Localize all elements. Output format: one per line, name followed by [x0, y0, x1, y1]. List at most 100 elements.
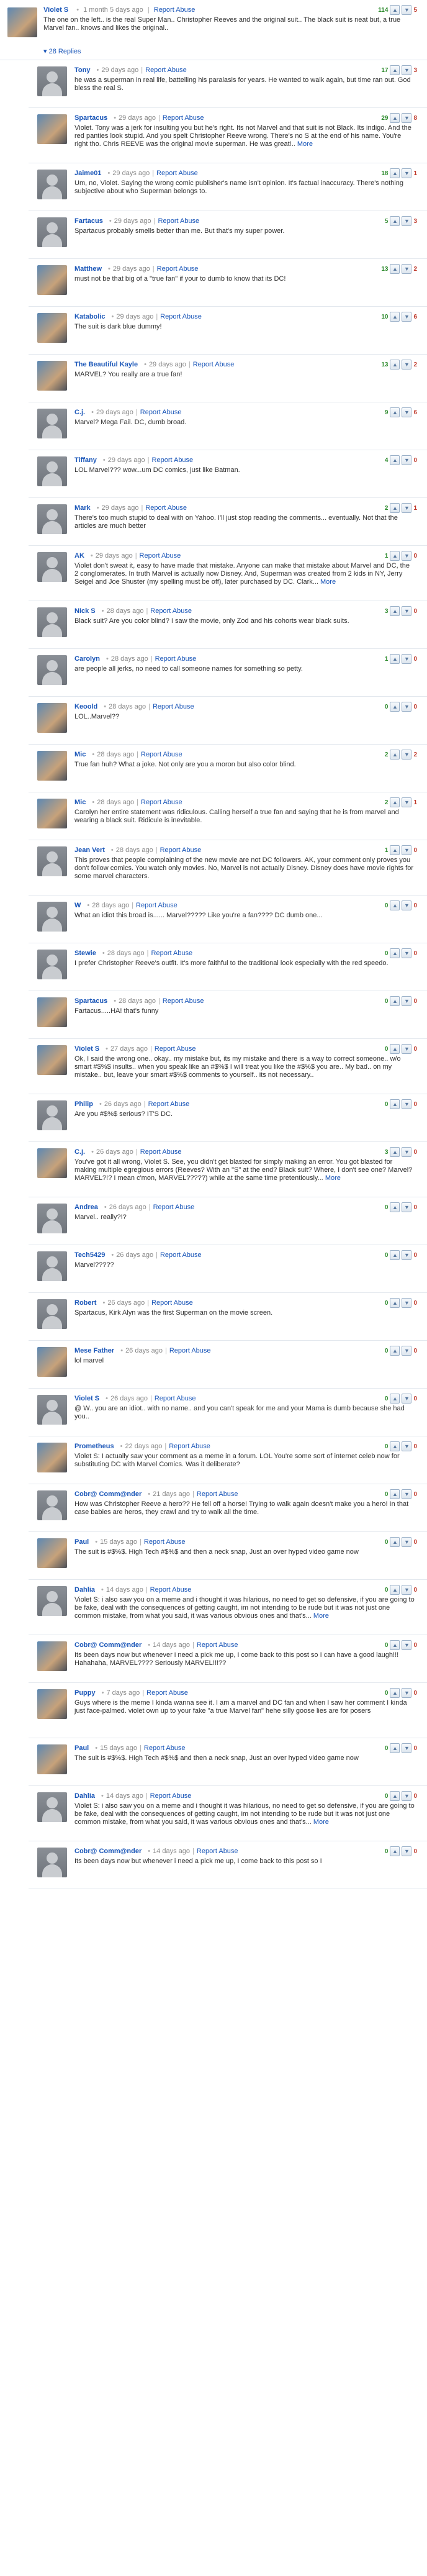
thumbs-down-icon[interactable]: ▼: [402, 948, 412, 958]
author-name[interactable]: Violet S: [43, 6, 68, 14]
avatar[interactable]: [37, 846, 67, 876]
thumbs-down-icon[interactable]: ▼: [402, 1298, 412, 1308]
thumbs-up-icon[interactable]: ▲: [390, 750, 400, 760]
avatar[interactable]: [37, 114, 67, 144]
thumbs-up-icon[interactable]: ▲: [390, 996, 400, 1006]
report-abuse-link[interactable]: Report Abuse: [153, 1204, 195, 1211]
thumbs-down-icon[interactable]: ▼: [402, 1250, 412, 1260]
thumbs-down-icon[interactable]: ▼: [402, 606, 412, 616]
thumbs-down-icon[interactable]: ▼: [402, 1147, 412, 1157]
report-abuse-link[interactable]: Report Abuse: [153, 703, 194, 710]
report-abuse-link[interactable]: Report Abuse: [193, 361, 235, 368]
thumbs-down-icon[interactable]: ▼: [402, 1346, 412, 1356]
thumbs-down-icon[interactable]: ▼: [402, 1688, 412, 1698]
thumbs-down-icon[interactable]: ▼: [402, 216, 412, 226]
replies-toggle[interactable]: ▾ 28 Replies: [43, 47, 81, 55]
report-abuse-link[interactable]: Report Abuse: [136, 902, 178, 909]
thumbs-up-icon[interactable]: ▲: [390, 264, 400, 274]
thumbs-up-icon[interactable]: ▲: [390, 1640, 400, 1650]
thumbs-up-icon[interactable]: ▲: [390, 845, 400, 855]
thumbs-down-icon[interactable]: ▼: [402, 797, 412, 807]
author-name[interactable]: Prometheus: [74, 1443, 114, 1450]
thumbs-up-icon[interactable]: ▲: [390, 1537, 400, 1547]
avatar[interactable]: [37, 799, 67, 828]
report-abuse-link[interactable]: Report Abuse: [151, 1299, 193, 1307]
author-name[interactable]: Mic: [74, 751, 86, 758]
avatar[interactable]: [37, 607, 67, 637]
report-abuse-link[interactable]: Report Abuse: [144, 1744, 186, 1752]
author-name[interactable]: Cobr@ Comm@nder: [74, 1641, 142, 1649]
avatar[interactable]: [37, 1641, 67, 1671]
avatar[interactable]: [37, 1792, 67, 1822]
author-name[interactable]: Mark: [74, 504, 91, 512]
author-name[interactable]: Carolyn: [74, 655, 100, 663]
thumbs-down-icon[interactable]: ▼: [402, 845, 412, 855]
thumbs-down-icon[interactable]: ▼: [402, 996, 412, 1006]
author-name[interactable]: Robert: [74, 1299, 96, 1307]
report-abuse-link[interactable]: Report Abuse: [197, 1641, 238, 1649]
author-name[interactable]: Andrea: [74, 1204, 98, 1211]
author-name[interactable]: Dahlia: [74, 1586, 95, 1594]
author-name[interactable]: Stewie: [74, 950, 96, 957]
thumbs-up-icon[interactable]: ▲: [390, 1298, 400, 1308]
thumbs-down-icon[interactable]: ▼: [402, 503, 412, 513]
thumbs-down-icon[interactable]: ▼: [402, 702, 412, 712]
avatar[interactable]: [37, 1251, 67, 1281]
thumbs-up-icon[interactable]: ▲: [390, 1250, 400, 1260]
thumbs-down-icon[interactable]: ▼: [402, 654, 412, 664]
thumbs-down-icon[interactable]: ▼: [402, 1044, 412, 1054]
report-abuse-link[interactable]: Report Abuse: [160, 313, 202, 320]
thumbs-up-icon[interactable]: ▲: [390, 702, 400, 712]
report-abuse-link[interactable]: Report Abuse: [169, 1443, 210, 1450]
thumbs-down-icon[interactable]: ▼: [402, 65, 412, 75]
avatar[interactable]: [37, 1045, 67, 1075]
avatar[interactable]: [37, 1299, 67, 1329]
report-abuse-link[interactable]: Report Abuse: [152, 456, 194, 464]
thumbs-up-icon[interactable]: ▲: [390, 455, 400, 465]
author-name[interactable]: Dahlia: [74, 1792, 95, 1800]
thumbs-up-icon[interactable]: ▲: [390, 5, 400, 15]
thumbs-down-icon[interactable]: ▼: [402, 1846, 412, 1856]
author-name[interactable]: W: [74, 902, 81, 909]
report-abuse-link[interactable]: Report Abuse: [160, 1251, 202, 1259]
avatar[interactable]: [37, 217, 67, 247]
report-abuse-link[interactable]: Report Abuse: [158, 217, 200, 225]
avatar[interactable]: [37, 1744, 67, 1774]
thumbs-down-icon[interactable]: ▼: [402, 312, 412, 322]
report-abuse-link[interactable]: Report Abuse: [155, 655, 197, 663]
author-name[interactable]: Paul: [74, 1538, 89, 1546]
avatar[interactable]: [37, 409, 67, 438]
author-name[interactable]: Spartacus: [74, 997, 107, 1005]
report-abuse-link[interactable]: Report Abuse: [148, 1100, 190, 1108]
thumbs-up-icon[interactable]: ▲: [390, 407, 400, 417]
author-name[interactable]: Paul: [74, 1744, 89, 1752]
thumbs-up-icon[interactable]: ▲: [390, 65, 400, 75]
author-name[interactable]: Philip: [74, 1100, 93, 1108]
report-abuse-link[interactable]: Report Abuse: [144, 1538, 186, 1546]
thumbs-up-icon[interactable]: ▲: [390, 1394, 400, 1404]
thumbs-down-icon[interactable]: ▼: [402, 1099, 412, 1109]
avatar[interactable]: [37, 1490, 67, 1520]
thumbs-up-icon[interactable]: ▲: [390, 1791, 400, 1801]
author-name[interactable]: Matthew: [74, 265, 102, 273]
author-name[interactable]: Violet S: [74, 1045, 99, 1053]
avatar[interactable]: [37, 504, 67, 534]
report-abuse-link[interactable]: Report Abuse: [155, 1045, 196, 1053]
avatar[interactable]: [37, 1586, 67, 1616]
avatar[interactable]: [37, 1395, 67, 1425]
thumbs-up-icon[interactable]: ▲: [390, 1044, 400, 1054]
report-abuse-link[interactable]: Report Abuse: [150, 607, 192, 615]
thumbs-down-icon[interactable]: ▼: [402, 360, 412, 370]
thumbs-up-icon[interactable]: ▲: [390, 312, 400, 322]
thumbs-up-icon[interactable]: ▲: [390, 168, 400, 178]
report-abuse-link[interactable]: Report Abuse: [140, 409, 182, 416]
avatar[interactable]: [37, 1204, 67, 1233]
author-name[interactable]: Tiffany: [74, 456, 97, 464]
report-abuse-link[interactable]: Report Abuse: [160, 846, 202, 854]
author-name[interactable]: Mic: [74, 799, 86, 806]
thumbs-down-icon[interactable]: ▼: [402, 750, 412, 760]
more-link[interactable]: More: [320, 578, 336, 586]
report-abuse-link[interactable]: Report Abuse: [150, 1792, 192, 1800]
thumbs-down-icon[interactable]: ▼: [402, 113, 412, 123]
thumbs-up-icon[interactable]: ▲: [390, 113, 400, 123]
